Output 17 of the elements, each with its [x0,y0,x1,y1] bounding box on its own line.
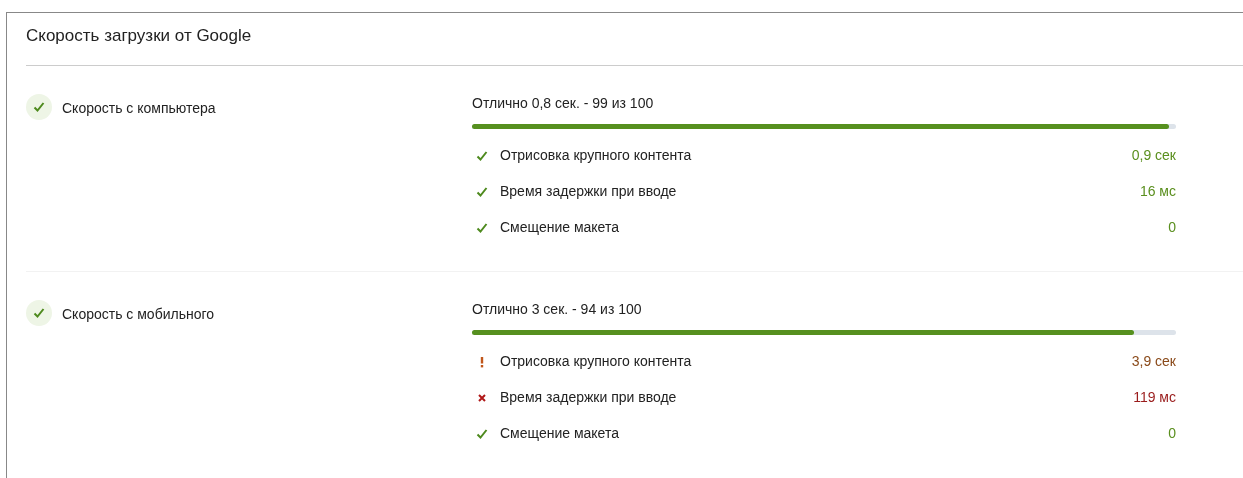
metric-value: 0 [1168,424,1176,443]
section-label: Скорость с компьютера [62,99,216,118]
metric-value: 16 мс [1139,182,1176,201]
score-summary: Отлично 0,8 сек. - 99 из 100 [472,94,655,113]
metric-value: 0,9 сек [1131,146,1176,165]
metric-name: Время задержки при вводе [500,182,678,201]
metric-value: 3,9 сек [1131,352,1176,371]
card-title: Скорость загрузки от Google [26,25,253,47]
metric-name: Время задержки при вводе [500,388,678,407]
metric-value: 119 мс [1133,388,1176,407]
section-label: Скорость с мобильного [62,305,215,324]
metric-name: Отрисовка крупного контента [500,352,693,371]
metric-name: Смещение макета [500,218,620,237]
score-summary: Отлично 3 сек. - 94 из 100 [472,300,643,319]
metric-name: Смещение макета [500,424,620,443]
metric-name: Отрисовка крупного контента [500,146,693,165]
metric-value: 0 [1168,218,1176,237]
